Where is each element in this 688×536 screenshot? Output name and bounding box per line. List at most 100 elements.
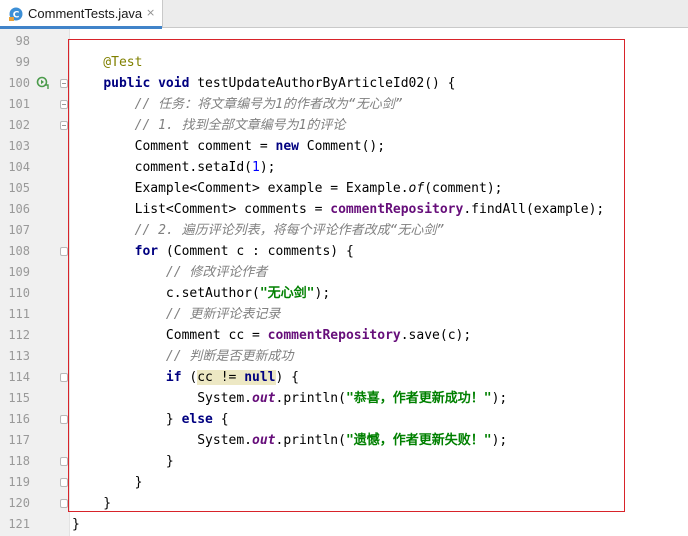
code-line[interactable]: 112 Comment cc = commentRepository.save(… (0, 325, 688, 346)
code-line[interactable]: 121} (0, 514, 688, 535)
fold-marker-icon[interactable] (60, 499, 68, 508)
code-line[interactable]: 118 } (0, 451, 688, 472)
code-text: System.out.println("恭喜，作者更新成功！"); (72, 388, 507, 409)
code-text: // 判断是否更新成功 (72, 346, 293, 367)
code-token: .println( (275, 433, 346, 448)
line-number: 99 (15, 55, 30, 69)
fold-marker-icon[interactable] (60, 79, 68, 88)
code-token: // 1. 找到全部文章编号为1的评论 (134, 118, 346, 133)
code-token: ) { (275, 370, 299, 385)
code-text: comment.setaId(1); (72, 157, 276, 178)
line-number: 121 (8, 517, 30, 531)
code-text: for (Comment c : comments) { (72, 241, 354, 262)
code-line[interactable]: 119 } (0, 472, 688, 493)
code-token: } (72, 412, 182, 427)
code-token: .save(c); (400, 328, 472, 343)
tab-comment-tests[interactable]: C CommentTests.java × (0, 0, 163, 29)
line-number: 98 (15, 34, 30, 48)
line-number: 101 (8, 97, 30, 111)
code-text: // 2. 遍历评论列表，将每个评论作者改成“无心剑” (72, 220, 445, 241)
code-line[interactable]: 102 // 1. 找到全部文章编号为1的评论 (0, 115, 688, 136)
code-text: // 修改评论作者 (72, 262, 267, 283)
code-line[interactable]: 111 // 更新评论表记录 (0, 304, 688, 325)
code-line[interactable]: 115 System.out.println("恭喜，作者更新成功！"); (0, 388, 688, 409)
code-line[interactable]: 109 // 修改评论作者 (0, 262, 688, 283)
code-line[interactable]: 99 @Test (0, 52, 688, 73)
run-test-icon[interactable] (36, 76, 50, 90)
code-text: System.out.println("遗憾，作者更新失败！"); (72, 430, 507, 451)
code-text: } (72, 514, 80, 535)
line-number: 114 (8, 370, 30, 384)
code-line[interactable]: 114 if (cc != null) { (0, 367, 688, 388)
code-line[interactable]: 116 } else { (0, 409, 688, 430)
code-text: Comment cc = commentRepository.save(c); (72, 325, 471, 346)
line-number: 111 (8, 307, 30, 321)
code-token: Comment(); (298, 139, 386, 154)
code-line[interactable]: 107 // 2. 遍历评论列表，将每个评论作者改成“无心剑” (0, 220, 688, 241)
code-token: // 判断是否更新成功 (165, 349, 294, 364)
code-editor[interactable]: 98 99 @Test 100 public void testUpdateAuth… (0, 29, 688, 536)
code-text: Comment comment = new Comment(); (72, 136, 385, 157)
code-text: } (72, 472, 143, 493)
code-token: (comment); (424, 181, 503, 196)
fold-marker-icon[interactable] (60, 415, 68, 424)
code-token: "恭喜，作者更新成功！" (345, 391, 492, 406)
code-line[interactable]: 105 Example<Comment> example = Example.o… (0, 178, 688, 199)
code-line[interactable]: 104 comment.setaId(1); (0, 157, 688, 178)
code-token: System. (72, 391, 253, 406)
code-line[interactable]: 103 Comment comment = new Comment(); (0, 136, 688, 157)
code-line[interactable]: 106 List<Comment> comments = commentRepo… (0, 199, 688, 220)
code-token: commentRepository (330, 202, 464, 217)
line-number: 103 (8, 139, 30, 153)
code-line[interactable]: 110 c.setAuthor("无心剑"); (0, 283, 688, 304)
line-number: 108 (8, 244, 30, 258)
code-line[interactable]: 117 System.out.println("遗憾，作者更新失败！"); (0, 430, 688, 451)
code-line[interactable]: 98 (0, 31, 688, 52)
code-token: .println( (275, 391, 346, 406)
code-token: cc != (197, 370, 245, 385)
code-token: .findAll(example); (463, 202, 605, 217)
code-token: ); (491, 433, 508, 448)
code-text: } (72, 493, 111, 514)
fold-marker-icon[interactable] (60, 457, 68, 466)
code-token: List<Comment> comments = (72, 202, 331, 217)
code-line[interactable]: 101 // 任务：将文章编号为1的作者改为“无心剑” (0, 94, 688, 115)
code-text: } else { (72, 409, 229, 430)
line-number: 105 (8, 181, 30, 195)
code-line[interactable]: 108 for (Comment c : comments) { (0, 241, 688, 262)
fold-marker-icon[interactable] (60, 121, 68, 130)
line-number: 110 (8, 286, 30, 300)
code-token: System. (72, 433, 253, 448)
code-token: out (252, 391, 276, 406)
java-class-icon: C (9, 7, 23, 21)
code-token: "遗憾，作者更新失败！" (345, 433, 492, 448)
code-token: ); (491, 391, 508, 406)
code-token: (Comment c : comments) { (158, 244, 354, 259)
code-line[interactable]: 120 } (0, 493, 688, 514)
code-token: } (72, 496, 112, 511)
fold-marker-icon[interactable] (60, 100, 68, 109)
code-token: if (165, 370, 182, 385)
code-token: ); (259, 160, 276, 175)
code-token: // 2. 遍历评论列表，将每个评论作者改成“无心剑” (134, 223, 445, 238)
fold-marker-icon[interactable] (60, 373, 68, 382)
code-token: else (181, 412, 213, 427)
code-text: // 任务：将文章编号为1的作者改为“无心剑” (72, 94, 403, 115)
close-tab-icon[interactable]: × (146, 6, 155, 19)
line-number: 120 (8, 496, 30, 510)
code-token: null (244, 370, 276, 385)
fold-marker-icon[interactable] (60, 247, 68, 256)
code-token: new (275, 139, 299, 154)
fold-marker-icon[interactable] (60, 478, 68, 487)
code-token: of (408, 181, 425, 196)
line-number: 104 (8, 160, 30, 174)
line-number: 117 (8, 433, 30, 447)
code-line[interactable]: 100 public void testUpdateAuthorByArticl… (0, 73, 688, 94)
code-line[interactable]: 113 // 判断是否更新成功 (0, 346, 688, 367)
code-text: // 1. 找到全部文章编号为1的评论 (72, 115, 346, 136)
code-token: ( (181, 370, 198, 385)
